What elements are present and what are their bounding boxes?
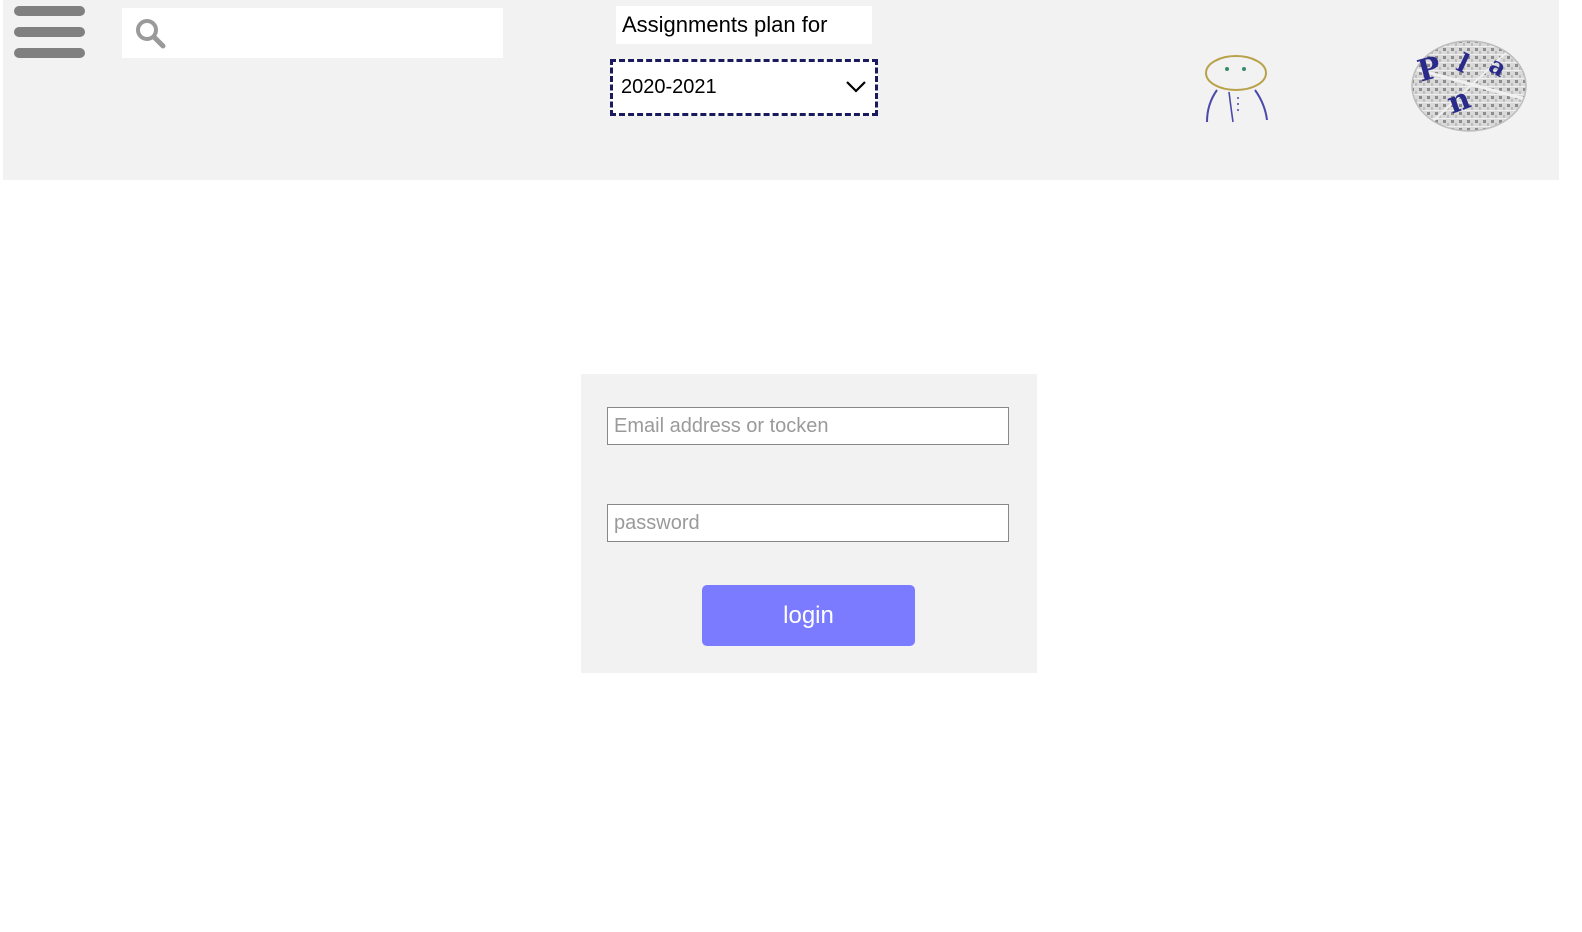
password-field[interactable]	[607, 504, 1009, 542]
user-avatar-icon[interactable]	[1199, 52, 1271, 124]
login-panel: login	[581, 374, 1037, 673]
chevron-down-icon	[846, 81, 866, 93]
year-select-value: 2020-2021	[621, 76, 717, 98]
menu-bar-top	[14, 6, 85, 16]
menu-bar-middle	[14, 27, 85, 37]
email-field[interactable]	[607, 407, 1009, 445]
search-box[interactable]	[122, 8, 503, 58]
login-button[interactable]: login	[702, 585, 915, 646]
top-header: Assignments plan for 2020-2021 P l a n	[3, 0, 1559, 180]
plan-logo-icon: P l a n	[1411, 40, 1527, 132]
year-select-dropdown[interactable]: 2020-2021	[610, 59, 878, 116]
search-icon[interactable]	[134, 17, 166, 49]
plan-label: Assignments plan for	[616, 6, 872, 44]
menu-bar-bottom	[14, 48, 85, 58]
hamburger-menu-icon[interactable]	[14, 3, 88, 63]
search-input[interactable]	[174, 16, 498, 52]
